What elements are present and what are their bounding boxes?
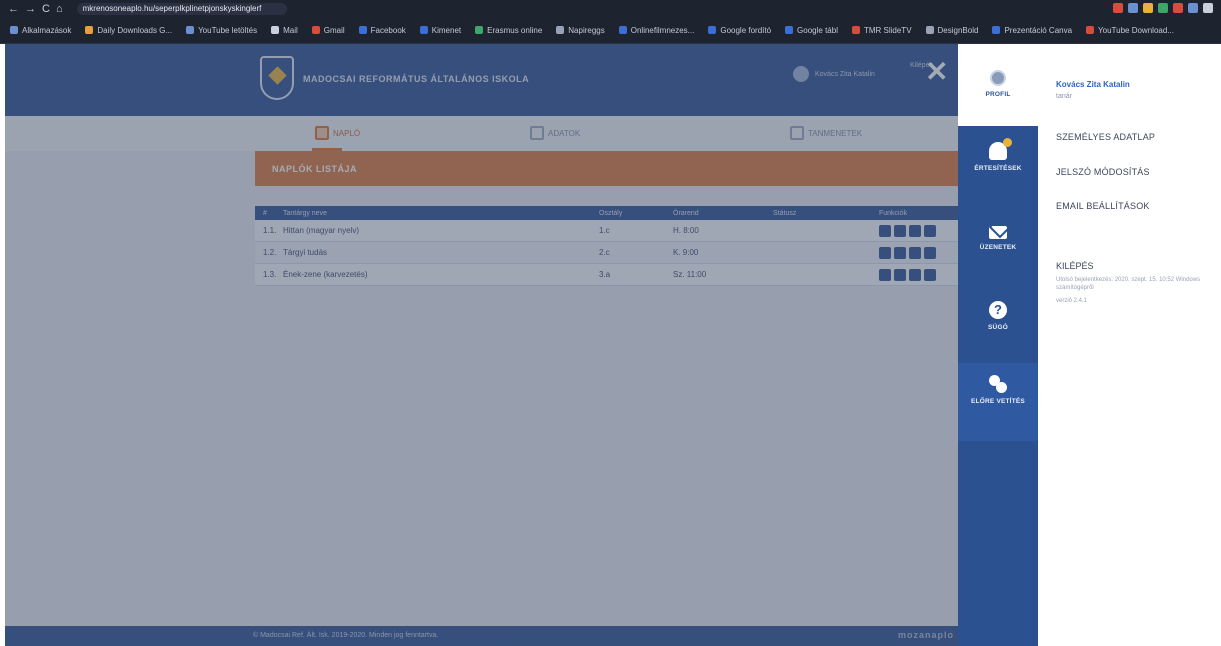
extension-icon[interactable]	[1203, 3, 1213, 13]
bookmark-item[interactable]: DesignBold	[925, 26, 978, 35]
bookmark-favicon-icon	[851, 26, 860, 34]
home-icon[interactable]: ⌂	[56, 3, 63, 15]
bookmarks-bar: Alkalmazások Daily Downloads G... YouTube …	[0, 17, 1221, 44]
bookmark-item[interactable]: Facebook	[358, 26, 406, 35]
bookmark-item[interactable]: YouTube letöltés	[186, 26, 257, 35]
bookmark-favicon-icon	[475, 26, 484, 34]
side-rail: PROFIL ÉRTESÍTÉSEK ÜZENETEK ? SÚGÓ ELŐRE…	[958, 44, 1038, 646]
bookmark-favicon-icon	[10, 26, 18, 34]
bookmark-favicon-icon	[85, 26, 94, 34]
browser-toolbar: ← → C ⌂ mkrenosoneaplo.hu/seperplkplinet…	[0, 0, 1221, 17]
bookmark-favicon-icon	[186, 26, 195, 34]
bookmark-favicon-icon	[992, 26, 1001, 34]
forward-icon[interactable]: →	[25, 3, 36, 15]
bookmark-item[interactable]: Prezentáció Canva	[992, 26, 1072, 35]
logout-block: KILÉPÉS Utolsó bejelentkezés: 2020. szep…	[1056, 261, 1206, 304]
bookmark-item[interactable]: Daily Downloads G...	[85, 26, 172, 35]
address-bar[interactable]: mkrenosoneaplo.hu/seperplkplinetpjonskys…	[76, 2, 287, 15]
help-icon: ?	[989, 301, 1007, 319]
menu-personal-data[interactable]: SZEMÉLYES ADATLAP	[1056, 132, 1155, 142]
last-login-info: Utolsó bejelentkezés: 2020. szept. 15. 1…	[1056, 277, 1201, 291]
bookmark-favicon-icon	[618, 26, 627, 34]
extension-icon[interactable]	[1173, 3, 1183, 13]
rail-item-messages[interactable]: ÜZENETEK	[958, 226, 1038, 251]
bookmark-favicon-icon	[925, 26, 934, 34]
version-label: verzió 2.4.1	[1056, 298, 1088, 304]
reload-icon[interactable]: C	[42, 3, 50, 15]
bookmark-item[interactable]: Gmail	[311, 26, 345, 35]
bookmark-favicon-icon	[1086, 26, 1095, 34]
avatar-icon	[990, 70, 1006, 86]
rail-item-notifications[interactable]: ÉRTESÍTÉSEK	[958, 138, 1038, 172]
menu-email-settings[interactable]: EMAIL BEÁLLÍTÁSOK	[1056, 201, 1150, 211]
back-icon[interactable]: ←	[8, 3, 19, 15]
extension-icon[interactable]	[1158, 3, 1168, 13]
extension-icon[interactable]	[1113, 3, 1123, 13]
bookmark-favicon-icon	[708, 26, 717, 34]
gear-icon	[989, 375, 1007, 393]
bookmark-favicon-icon	[785, 26, 794, 34]
mail-icon	[989, 226, 1007, 239]
extension-icon[interactable]	[1143, 3, 1153, 13]
bookmark-favicon-icon	[419, 26, 428, 34]
bell-icon	[989, 138, 1012, 160]
bookmark-favicon-icon	[358, 26, 367, 34]
profile-panel: Kovács Zita Katalin tanár SZEMÉLYES ADAT…	[1038, 44, 1221, 646]
bookmark-favicon-icon	[311, 26, 320, 34]
rail-item-help[interactable]: ? SÚGÓ	[958, 301, 1038, 331]
rail-item-profile[interactable]: PROFIL	[958, 44, 1038, 126]
bookmark-item[interactable]: Google fordító	[708, 26, 771, 35]
bookmark-item[interactable]: Google tábl	[785, 26, 838, 35]
extension-icon[interactable]	[1188, 3, 1198, 13]
extensions-area	[1113, 3, 1213, 13]
logout-button[interactable]: KILÉPÉS	[1056, 261, 1206, 271]
bookmark-item[interactable]: Kimenet	[419, 26, 461, 35]
extension-icon[interactable]	[1128, 3, 1138, 13]
bookmark-item[interactable]: Napireggs	[556, 26, 605, 35]
bookmark-item[interactable]: Mail	[271, 26, 298, 35]
bookmark-favicon-icon	[271, 26, 280, 34]
bookmark-item[interactable]: Onlinefilmnezes...	[618, 26, 694, 35]
rail-item-preview[interactable]: ELŐRE VETÍTÉS	[958, 363, 1038, 441]
bookmark-item[interactable]: Erasmus online	[475, 26, 542, 35]
bookmark-favicon-icon	[556, 26, 565, 34]
bookmark-item[interactable]: Alkalmazások	[10, 26, 71, 35]
bookmark-item[interactable]: YouTube Download...	[1086, 26, 1174, 35]
panel-user-name[interactable]: Kovács Zita Katalin	[1056, 80, 1130, 89]
menu-change-password[interactable]: JELSZÓ MÓDOSÍTÁS	[1056, 167, 1150, 177]
bookmark-item[interactable]: TMR SlideTV	[851, 26, 912, 35]
panel-user-role: tanár	[1056, 93, 1072, 100]
